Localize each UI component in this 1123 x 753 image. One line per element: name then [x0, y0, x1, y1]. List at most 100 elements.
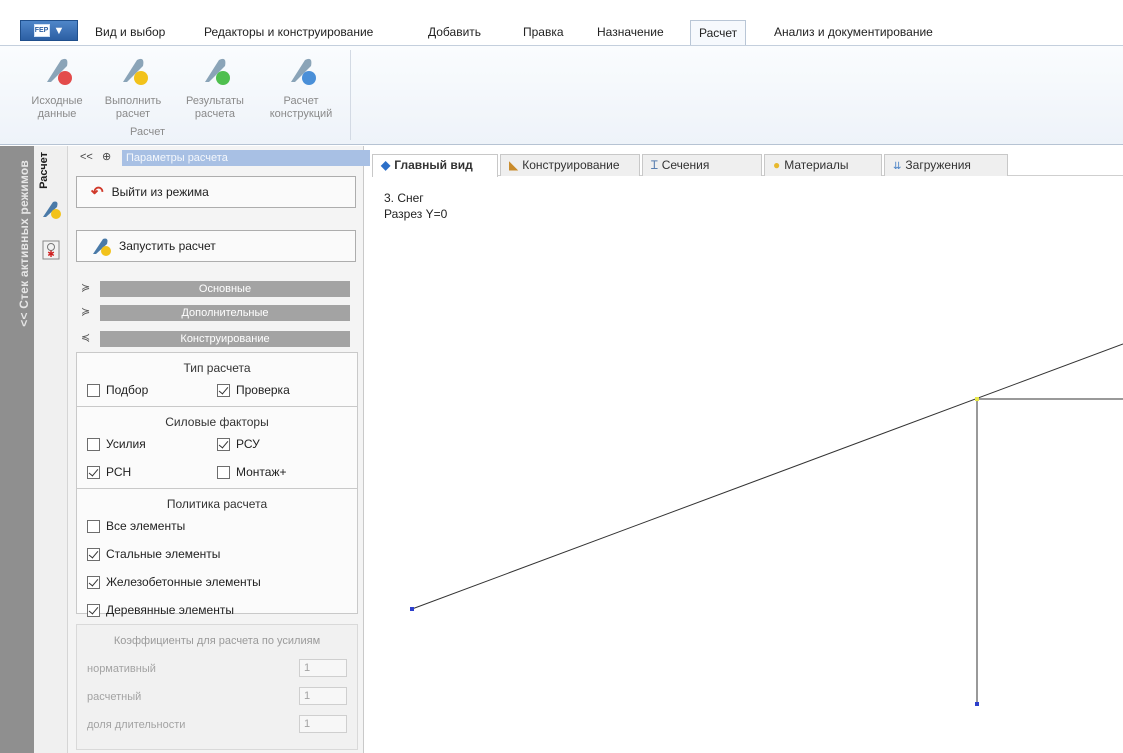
undo-arrow-icon: ↶: [91, 184, 104, 201]
feather-yellow-dot-icon: [123, 58, 148, 85]
tab-main-view[interactable]: ◆ Главный вид: [372, 154, 498, 177]
calculation-mode-icon[interactable]: [40, 198, 62, 220]
structure-calculation-button[interactable]: Расчет конструкций: [258, 52, 344, 134]
tab-view-select[interactable]: Вид и выбор: [95, 22, 165, 44]
checkbox-box[interactable]: [87, 437, 100, 451]
mounting-label: Монтаж+: [236, 465, 287, 479]
ribbon-panel: Исходные данные Выполнить расчет Результ…: [0, 45, 1123, 145]
checkbox-box[interactable]: [87, 519, 100, 533]
feather-blue-dot-icon: [291, 58, 316, 85]
material-icon: ●: [773, 158, 781, 172]
tab-calculation[interactable]: Расчет: [690, 20, 747, 46]
checkbox-box[interactable]: [87, 603, 100, 617]
tab-editors[interactable]: Редакторы и конструирование: [204, 22, 373, 44]
run-calculation-button[interactable]: Запустить расчет: [76, 230, 356, 262]
force-factors-title: Силовые факторы: [165, 415, 269, 429]
run-calculation-label: Запустить расчет: [119, 239, 216, 253]
all-elements-checkbox[interactable]: Все элементы: [87, 519, 185, 533]
calculation-results-button[interactable]: Результаты расчета: [172, 52, 258, 134]
checkbox-box[interactable]: [87, 383, 100, 397]
calculation-parameters-panel: << ⊕ Параметры расчета ↶ Выйти из режима…: [68, 146, 370, 753]
tab-add[interactable]: Добавить: [428, 22, 481, 44]
checkbox-box[interactable]: [217, 437, 230, 451]
wood-elements-checkbox[interactable]: Деревянные элементы: [87, 603, 234, 617]
node[interactable]: [975, 702, 979, 706]
main-view-canvas[interactable]: 3. Снег Разрез Y=0: [372, 177, 1123, 753]
section-basic[interactable]: ≽ Основные: [78, 280, 360, 298]
selection-checkbox[interactable]: Подбор: [87, 383, 148, 397]
tab-loads-label: Загружения: [905, 158, 971, 172]
application-menu-button[interactable]: FEP ▼: [20, 20, 78, 41]
checkbox-box[interactable]: [87, 547, 100, 561]
rsu-checkbox[interactable]: РСУ: [217, 437, 260, 451]
chevron-down-icon: ≽: [81, 282, 91, 294]
tab-sections[interactable]: Ɪ Сечения: [642, 154, 762, 176]
ibeam-icon: Ɪ: [651, 158, 658, 172]
ribbon-group-caption: Расчет: [130, 126, 165, 138]
all-elements-label: Все элементы: [106, 519, 186, 533]
duration-share-input[interactable]: 1: [299, 715, 347, 733]
ribbon-tab-bar: FEP ▼ Вид и выбор Редакторы и конструиро…: [0, 0, 1123, 46]
rsn-checkbox[interactable]: РСН: [87, 465, 131, 479]
frame-drawing[interactable]: [372, 177, 1123, 753]
exit-mode-label: Выйти из режима: [111, 185, 209, 199]
exit-mode-button[interactable]: ↶ Выйти из режима: [76, 176, 356, 208]
source-data-label: Исходные данные: [31, 95, 83, 120]
checkbox-box[interactable]: [217, 383, 230, 397]
check-label: Проверка: [236, 383, 290, 397]
divider: [77, 406, 357, 407]
checkbox-box[interactable]: [217, 465, 230, 479]
efforts-checkbox[interactable]: Усилия: [87, 437, 146, 451]
concrete-elements-checkbox[interactable]: Железобетонные элементы: [87, 575, 261, 589]
tab-analysis[interactable]: Анализ и документирование: [774, 22, 933, 44]
policy-title: Политика расчета: [166, 497, 268, 511]
calc-type-title: Тип расчета: [183, 361, 251, 375]
design-input[interactable]: 1: [299, 687, 347, 705]
section-design[interactable]: ≼ Конструирование: [78, 330, 360, 348]
normative-label: нормативный: [87, 663, 156, 675]
section-additional[interactable]: ≽ Дополнительные: [78, 304, 360, 322]
inclined-beam[interactable]: [411, 343, 1123, 610]
ruler-icon: ◣: [509, 158, 519, 172]
mounting-checkbox[interactable]: Монтаж+: [217, 465, 287, 479]
structure-calculation-label: Расчет конструкций: [269, 95, 333, 120]
mode-tool-column: Расчет ✱: [34, 146, 68, 753]
tab-loads[interactable]: ⇊ Загружения: [884, 154, 1008, 176]
pin-icon: ◆: [381, 158, 391, 172]
efforts-label: Усилия: [106, 437, 146, 451]
rsn-label: РСН: [106, 465, 132, 479]
collapse-panel-button[interactable]: <<: [80, 151, 93, 163]
node-highlighted[interactable]: [975, 397, 979, 401]
tab-edit[interactable]: Правка: [523, 22, 564, 44]
run-calculation-ribbon-button[interactable]: Выполнить расчет: [90, 52, 176, 134]
wood-elements-label: Деревянные элементы: [106, 603, 234, 617]
tab-assign[interactable]: Назначение: [597, 22, 664, 44]
coefficients-title: Коэффициенты для расчета по усилиям: [113, 635, 321, 647]
pin-icon[interactable]: ⊕: [102, 150, 111, 163]
calculation-results-label: Результаты расчета: [186, 95, 244, 120]
feather-green-dot-icon: [205, 58, 230, 85]
concrete-elements-label: Железобетонные элементы: [106, 575, 261, 589]
bug-report-icon[interactable]: ✱: [42, 240, 60, 260]
source-data-button[interactable]: Исходные данные: [14, 52, 100, 134]
node[interactable]: [410, 607, 414, 611]
chevron-up-icon: ≼: [81, 332, 91, 344]
feather-yellow-dot-icon: [93, 238, 111, 256]
tab-design[interactable]: ◣ Конструирование: [500, 154, 640, 176]
normative-input[interactable]: 1: [299, 659, 347, 677]
view-tab-bar: ◆ Главный вид ◣ Конструирование Ɪ Сечения ●…: [372, 152, 1123, 177]
tab-materials[interactable]: ● Материалы: [764, 154, 882, 176]
checkbox-box[interactable]: [87, 465, 100, 479]
divider: [77, 488, 357, 489]
checkbox-box[interactable]: [87, 575, 100, 589]
steel-elements-checkbox[interactable]: Стальные элементы: [87, 547, 220, 561]
tab-main-view-label: Главный вид: [394, 158, 473, 172]
ribbon-group-separator: [350, 50, 351, 140]
check-checkbox[interactable]: Проверка: [217, 383, 290, 397]
design-options-group: Тип расчета Подбор Проверка Силовые факт…: [76, 352, 358, 617]
vertical-tab-calculation[interactable]: Расчет: [38, 152, 58, 202]
chevron-down-icon: ≽: [81, 306, 91, 318]
tab-materials-label: Материалы: [784, 158, 849, 172]
run-calculation-label: Выполнить расчет: [104, 95, 162, 120]
svg-text:✱: ✱: [47, 250, 55, 260]
